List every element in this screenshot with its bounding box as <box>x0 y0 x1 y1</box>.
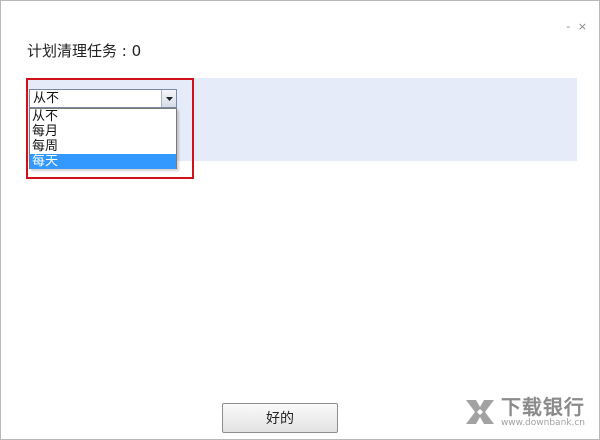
minimize-icon[interactable]: - <box>566 21 572 33</box>
dropdown-arrow[interactable] <box>161 90 176 107</box>
watermark-url: www.downbank.cn <box>500 418 585 428</box>
watermark-name: 下载银行 <box>500 395 585 419</box>
option-monthly[interactable]: 每月 <box>30 124 176 139</box>
option-daily[interactable]: 每天 <box>30 154 176 169</box>
close-icon[interactable]: × <box>578 21 589 33</box>
page-title: 计划清理任务 : 0 <box>27 42 142 60</box>
schedule-select-value: 从不 <box>33 91 60 106</box>
option-never[interactable]: 从不 <box>30 109 176 124</box>
chevron-down-icon <box>165 96 173 101</box>
ok-button[interactable]: 好的 <box>222 403 338 433</box>
schedule-dropdown-list: 从不 每月 每周 每天 <box>29 108 177 169</box>
dialog-window: - × 计划清理任务 : 0 从不 从不 每月 每周 每天 好的 下载银行 ww… <box>0 0 600 440</box>
window-controls: - × <box>566 21 589 33</box>
option-weekly[interactable]: 每周 <box>30 139 176 154</box>
schedule-select[interactable]: 从不 <box>29 89 177 108</box>
watermark: 下载银行 www.downbank.cn <box>463 395 585 429</box>
downbank-logo-icon <box>465 400 494 424</box>
